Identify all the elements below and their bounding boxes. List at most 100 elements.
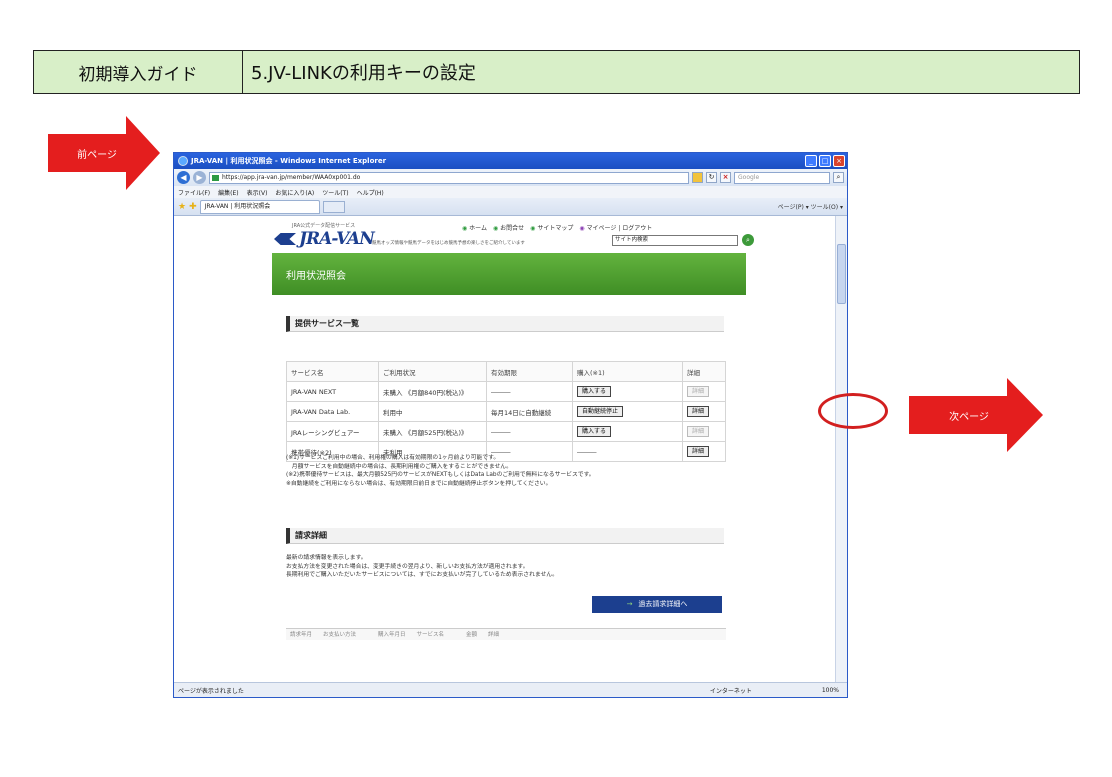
add-favorite-icon[interactable]: ✚ [189,202,197,212]
menu-file[interactable]: ファイル(F) [178,188,210,197]
stop-icon[interactable]: × [720,172,731,183]
site-tagline: JRA公式データ配信サービス [292,223,356,229]
highlight-circle [818,393,888,429]
ie-logo-icon [178,156,188,166]
logo-text: JRA-VAN [299,229,375,249]
note-line: 長期利用でご購入いただいたサービスについては、すでにお支払いが完了しているため表… [286,572,558,578]
maximize-icon[interactable]: □ [819,155,831,167]
browser-tab[interactable]: JRA-VAN | 利用状況照会 [199,199,320,214]
service-expiry: ――― [486,421,573,442]
menu-edit[interactable]: 編集(E) [218,188,238,197]
browser-status-bar: ページが表示されました インターネット 100% [174,682,847,697]
browser-tab-bar: ★ ✚ JRA-VAN | 利用状況照会 ページ(P) ▾ ツール(O) ▾ [174,198,847,216]
site-nav: ホーム お問合せ サイトマップ マイページ | ログアウト [462,223,652,232]
zoom-level[interactable]: 100% [822,687,839,694]
detail-button[interactable]: 詳細 [687,426,710,437]
next-page-button[interactable]: 次ページ [909,378,1043,452]
table-header-row: サービス名 ご利用状況 有効期限 購入(※1) 詳細 [286,361,726,382]
prev-page-label: 前ページ [77,149,117,161]
service-name: JRA-VAN Data Lab. [286,401,379,422]
nav-mypage[interactable]: マイページ | ログアウト [579,223,652,232]
favorites-star-icon[interactable]: ★ [178,202,186,212]
menu-help[interactable]: ヘルプ(H) [357,188,384,197]
back-icon[interactable]: ◀ [177,171,190,184]
menu-favorites[interactable]: お気に入り(A) [275,188,314,197]
browser-viewport: JRA公式データ配信サービス JRA-VAN 競馬オッズ情報や競馬データをはじめ… [174,216,836,683]
security-zone: インターネット [709,687,752,695]
note-line: (※1)サービスご利用中の場合、利用権の購入は有効期限の1ヶ月前より可能です。 [286,455,500,461]
refresh-icon[interactable]: ↻ [706,172,717,183]
guide-title: 5.JV-LINKの利用キーの設定 [251,63,476,84]
table-row: JRAレーシングビュアー 未購入 《月額525円(税込)》 ――― 購入する 詳… [286,421,726,442]
minimize-icon[interactable]: _ [805,155,817,167]
table-row: JRA-VAN NEXT 未購入 《月額840円(税込)》 ――― 購入する 詳… [286,381,726,402]
note-line: (※2)携帯優待サービスは、最大月額525円のサービスがNEXTもしくはData… [286,472,595,478]
note-line: 月額サービスを自動継続中の場合は、長期利用権のご購入をすることができません。 [286,463,512,470]
prev-page-button[interactable]: 前ページ [48,116,160,190]
close-icon[interactable]: × [833,155,845,167]
billing-heading: 請求詳細 [286,528,724,544]
logo-mark-icon [274,233,296,245]
col-service-name: サービス名 [286,361,379,382]
menu-view[interactable]: 表示(V) [247,188,268,197]
status-text: ページが表示されました [178,687,244,695]
browser-command-bar[interactable]: ページ(P) ▾ ツール(O) ▾ [778,202,843,211]
nav-sitemap[interactable]: サイトマップ [530,223,573,232]
note-line: ※自動継続をご利用にならない場合は、有効期限日前日までに自動継続停止ボタンを押し… [286,480,552,487]
purchase-button[interactable]: 購入する [577,386,612,397]
search-icon[interactable]: ⌕ [833,172,844,183]
purchase-button[interactable]: 購入する [577,426,612,437]
service-status: 未購入 《月額840円(税込)》 [378,381,487,402]
service-status: 未購入 《月額525円(税込)》 [378,421,487,442]
services-heading: 提供サービス一覧 [286,316,724,332]
site-logo[interactable]: JRA-VAN [274,229,375,249]
site-search-input[interactable]: サイト内検索 [612,235,738,246]
billing-history-label: 過去請求詳細へ [638,600,688,608]
logo-subtitle: 競馬オッズ情報や競馬データをはじめ競馬予想の楽しさをご紹介しています [372,241,525,246]
billing-table-header: 請求年月 お支払い方法 購入年月日 サービス名 金額 詳細 [286,628,726,640]
menu-tools[interactable]: ツール(T) [322,188,348,197]
detail-button[interactable]: 詳細 [687,446,710,457]
note-line: お支払方法を変更された場合は、変更手続きの翌月より、新しいお支払方法が適用されま… [286,563,529,570]
new-tab-button[interactable] [322,200,345,213]
col-detail: 詳細 [682,361,726,382]
vertical-scrollbar[interactable] [835,216,847,683]
browser-window-title: JRA-VAN | 利用状況照会 - Windows Internet Expl… [191,157,387,165]
detail-button[interactable]: 詳細 [687,386,710,397]
col-purchase: 購入(※1) [572,361,683,382]
browser-search-input[interactable]: Google [734,171,830,184]
col-expiry: 有効期限 [486,361,573,382]
note-line: 最新の請求情報を表示します。 [286,555,367,561]
next-page-label: 次ページ [949,411,989,423]
nav-home[interactable]: ホーム [462,223,487,232]
scrollbar-thumb[interactable] [837,244,846,304]
browser-menu-bar: ファイル(F) 編集(E) 表示(V) お気に入り(A) ツール(T) ヘルプ(… [174,186,847,198]
lock-icon[interactable] [692,172,703,183]
arrow-right-icon: → [626,600,633,608]
address-input[interactable]: https://app.jra-van.jp/member/WAA0xp001.… [209,171,689,184]
billing-history-button[interactable]: → 過去請求詳細へ [592,596,722,613]
billing-notes: 最新の請求情報を表示します。 お支払方法を変更された場合は、変更手続きの翌月より… [286,554,558,580]
page-title: 利用状況照会 [286,270,346,282]
service-expiry: ――― [486,381,573,402]
service-expiry: 毎月14日に自動継続 [486,401,573,422]
services-notes: (※1)サービスご利用中の場合、利用権の購入は有効期限の1ヶ月前より可能です。 … [286,454,595,488]
browser-window: JRA-VAN | 利用状況照会 - Windows Internet Expl… [173,152,848,698]
forward-icon[interactable]: ▶ [193,171,206,184]
service-name: JRA-VAN NEXT [286,381,379,402]
browser-title-bar: JRA-VAN | 利用状況照会 - Windows Internet Expl… [174,153,847,169]
detail-button[interactable]: 詳細 [687,406,710,417]
service-name: JRAレーシングビュアー [286,421,379,442]
services-table: サービス名 ご利用状況 有効期限 購入(※1) 詳細 JRA-VAN NEXT … [286,361,726,462]
browser-address-bar: ◀ ▶ https://app.jra-van.jp/member/WAA0xp… [174,169,847,186]
web-page: JRA公式データ配信サービス JRA-VAN 競馬オッズ情報や競馬データをはじめ… [272,216,754,683]
guide-header: 初期導入ガイド 5.JV-LINKの利用キーの設定 [33,50,1080,94]
stop-auto-renew-button[interactable]: 自動継続停止 [577,406,624,417]
table-row: JRA-VAN Data Lab. 利用中 毎月14日に自動継続 自動継続停止 … [286,401,726,422]
search-icon[interactable]: ⌕ [742,234,754,246]
site-header: JRA公式データ配信サービス JRA-VAN 競馬オッズ情報や競馬データをはじめ… [272,216,754,253]
col-status: ご利用状況 [378,361,487,382]
nav-contact[interactable]: お問合せ [493,223,524,232]
guide-section: 初期導入ガイド [34,51,243,93]
page-banner: 利用状況照会 [272,253,746,295]
